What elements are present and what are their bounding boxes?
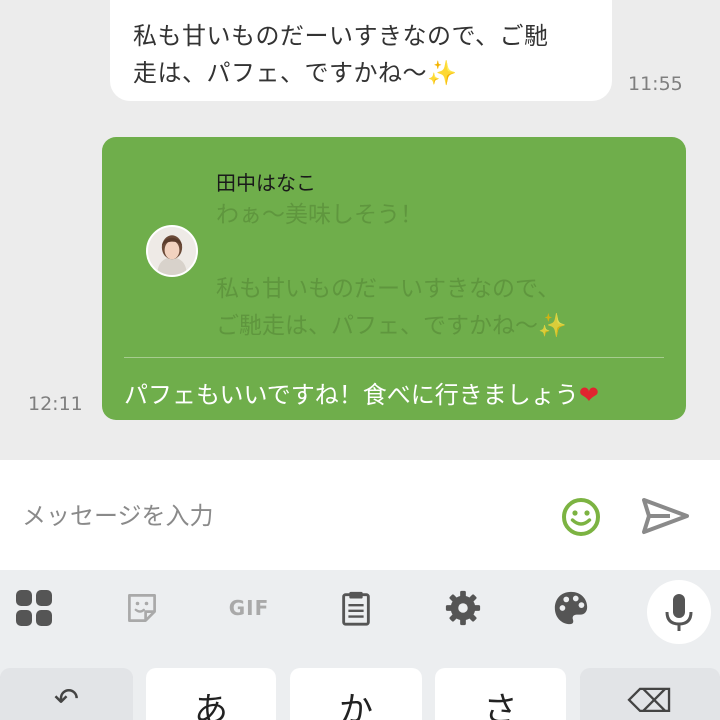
- backspace-icon: ⌫: [627, 682, 673, 720]
- mic-button[interactable]: [647, 580, 711, 644]
- clipboard-icon[interactable]: [336, 588, 376, 628]
- key-a[interactable]: あ: [146, 668, 276, 720]
- keyboard-toolbar: GIF: [0, 570, 720, 660]
- chat-area: 私も甘いものだーいすきなので、ご馳 走は、パフェ、ですかね〜✨ 11:55 田中…: [0, 0, 720, 460]
- key-ka[interactable]: か: [290, 668, 422, 720]
- message-input-bar: [0, 460, 720, 570]
- mic-icon: [665, 594, 693, 631]
- message-input[interactable]: [22, 496, 542, 536]
- incoming-message-bubble[interactable]: 私も甘いものだーいすきなので、ご馳 走は、パフェ、ですかね〜✨: [110, 0, 612, 101]
- avatar: [146, 225, 198, 277]
- keyboard-keys: ↶ あ か さ ⌫: [0, 660, 720, 720]
- undo-icon: ↶: [53, 682, 80, 717]
- palette-icon[interactable]: [551, 588, 591, 628]
- smiley-icon[interactable]: [560, 496, 602, 538]
- quoted-message-text: わぁ〜美味しそう！ 私も甘いものだーいすきなので、 ご馳走は、パフェ、ですかね〜…: [216, 202, 567, 339]
- quote-divider: [124, 357, 664, 358]
- send-icon[interactable]: [640, 496, 690, 536]
- incoming-message-text: 私も甘いものだーいすきなので、ご馳 走は、パフェ、ですかね〜✨: [133, 22, 549, 87]
- gif-button[interactable]: GIF: [226, 588, 272, 628]
- incoming-message-time: 11:55: [628, 73, 683, 95]
- reply-message: パフェもいいですね！食べに行きましょう❤: [124, 375, 599, 410]
- gear-icon[interactable]: [443, 588, 483, 628]
- sticker-icon[interactable]: [122, 588, 162, 628]
- key-sa[interactable]: さ: [435, 668, 566, 720]
- reply-message-text: パフェもいいですね！食べに行きましょう: [124, 381, 579, 409]
- heart-emoji: ❤: [578, 381, 599, 409]
- quoted-sender-name: 田中はなこ: [216, 171, 316, 195]
- outgoing-message-time: 12:11: [28, 393, 83, 415]
- outgoing-message-bubble[interactable]: 田中はなこ わぁ〜美味しそう！ 私も甘いものだーいすきなので、 ご馳走は、パフェ…: [102, 137, 686, 420]
- apps-grid-icon[interactable]: [14, 588, 54, 628]
- backspace-key[interactable]: ⌫: [580, 668, 720, 720]
- key-ka-label: か: [339, 690, 373, 720]
- key-sa-label: さ: [483, 690, 518, 720]
- undo-key[interactable]: ↶: [0, 668, 133, 720]
- gif-label: GIF: [228, 596, 270, 620]
- key-a-label: あ: [194, 690, 228, 720]
